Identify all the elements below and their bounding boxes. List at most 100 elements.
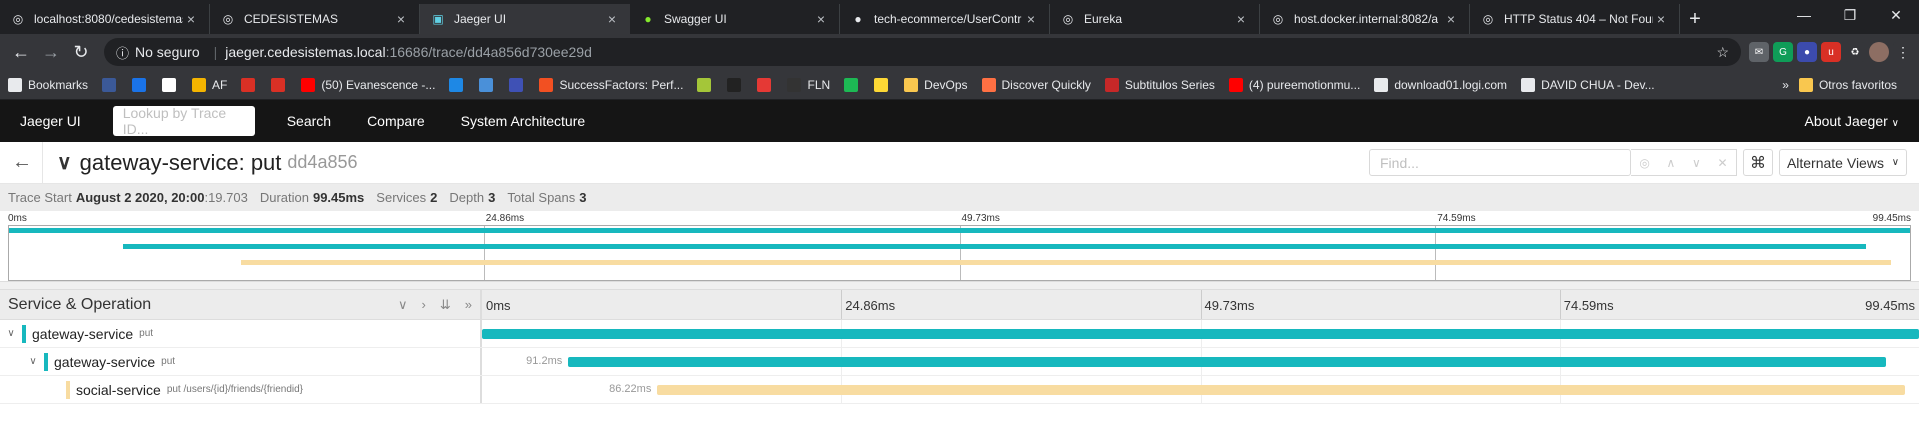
span-name-cell[interactable]: social-service put /users/{id}/friends/{f… xyxy=(0,376,482,403)
tab-title: HTTP Status 404 – Not Foun xyxy=(1504,12,1653,26)
browser-tab[interactable]: ● Swagger UI × xyxy=(630,4,840,34)
span-name-cell[interactable]: ∨ gateway-service put xyxy=(0,348,482,375)
collapse-chevron-icon[interactable]: ∨ xyxy=(57,150,72,175)
browser-tab[interactable]: ▣ Jaeger UI × xyxy=(420,4,630,34)
prev-match-icon[interactable]: ∧ xyxy=(1667,156,1676,170)
bookmark-item[interactable] xyxy=(757,77,777,92)
bookmark-item[interactable] xyxy=(697,77,717,92)
back-icon[interactable]: ← xyxy=(6,37,36,67)
span-bar[interactable] xyxy=(482,329,1919,339)
close-tab-icon[interactable]: × xyxy=(1653,11,1669,27)
bookmark-item[interactable] xyxy=(132,77,152,92)
puzzle-extensions-icon[interactable]: ♻ xyxy=(1845,42,1865,62)
clear-find-icon[interactable]: ✕ xyxy=(1718,156,1728,170)
bookmark-item[interactable] xyxy=(449,77,469,92)
bookmark-item[interactable] xyxy=(844,77,864,92)
nav-system-architecture[interactable]: System Architecture xyxy=(461,113,586,129)
collapse-one-icon[interactable]: › xyxy=(422,297,426,313)
grammarly-extension-icon[interactable]: G xyxy=(1773,42,1793,62)
bookmark-star-icon[interactable]: ☆ xyxy=(1716,44,1729,61)
find-input[interactable]: Find... xyxy=(1369,149,1631,176)
next-match-icon[interactable]: ∨ xyxy=(1692,156,1701,170)
bookmark-item[interactable]: AF xyxy=(192,77,227,92)
profile-avatar[interactable] xyxy=(1869,42,1889,62)
timeline-tick-label: 99.45ms xyxy=(1865,298,1915,313)
keyboard-shortcuts-icon[interactable]: ⌘ xyxy=(1743,149,1773,176)
browser-tab[interactable]: ◎ localhost:8080/cedesistemas × xyxy=(0,4,210,34)
span-table-header: Service & Operation ∨ › ⇊ » 0ms 24.86ms 49… xyxy=(0,290,1919,320)
close-tab-icon[interactable]: × xyxy=(813,11,829,27)
span-name-cell[interactable]: ∨ gateway-service put xyxy=(0,320,482,347)
close-window-icon[interactable]: ✕ xyxy=(1873,0,1919,30)
nav-compare[interactable]: Compare xyxy=(367,113,425,129)
trace-id-lookup-input[interactable]: Lookup by Trace ID... xyxy=(112,105,255,137)
more-bookmarks-button[interactable]: » xyxy=(1782,78,1789,92)
chevron-down-icon[interactable]: ∨ xyxy=(4,328,18,339)
bookmark-item[interactable]: (4) pureemotionmu... xyxy=(1228,77,1360,92)
span-bar[interactable] xyxy=(568,357,1886,367)
close-tab-icon[interactable]: × xyxy=(1023,11,1039,27)
browser-tab[interactable]: ◎ HTTP Status 404 – Not Foun × xyxy=(1470,4,1680,34)
collapse-all-icon[interactable]: » xyxy=(465,297,472,313)
bookmark-item[interactable]: SuccessFactors: Perf... xyxy=(539,77,683,92)
span-timeline-cell[interactable]: 91.2ms xyxy=(482,348,1919,375)
bookmark-item[interactable] xyxy=(727,77,747,92)
nav-search[interactable]: Search xyxy=(287,113,331,129)
expand-one-icon[interactable]: ∨ xyxy=(398,297,408,313)
bookmark-item[interactable]: Subtitulos Series xyxy=(1104,77,1215,92)
span-row[interactable]: ∨ gateway-service put xyxy=(0,320,1919,348)
other-bookmarks-folder[interactable]: Otros favoritos xyxy=(1798,77,1897,92)
close-tab-icon[interactable]: × xyxy=(604,11,620,27)
span-row[interactable]: ∨ gateway-service put 91.2ms xyxy=(0,348,1919,376)
close-tab-icon[interactable]: × xyxy=(1233,11,1249,27)
bookmark-item[interactable] xyxy=(241,77,261,92)
info-icon[interactable]: ⓘ xyxy=(116,43,129,62)
close-tab-icon[interactable]: × xyxy=(393,11,409,27)
span-row[interactable]: social-service put /users/{id}/friends/{f… xyxy=(0,376,1919,404)
reload-icon[interactable]: ↻ xyxy=(66,37,96,67)
bookmark-item[interactable]: DAVID CHUA - Dev... xyxy=(1521,77,1655,92)
minimize-icon[interactable]: — xyxy=(1781,0,1827,30)
about-jaeger-menu[interactable]: About Jaeger ∨ xyxy=(1804,113,1899,129)
bookmark-item[interactable] xyxy=(162,77,182,92)
close-tab-icon[interactable]: × xyxy=(183,11,199,27)
new-tab-button[interactable]: + xyxy=(1680,4,1710,34)
depth-value: 3 xyxy=(488,190,496,205)
close-tab-icon[interactable]: × xyxy=(1443,11,1459,27)
minimap-gutter[interactable] xyxy=(0,282,1919,290)
bookmark-item[interactable]: (50) Evanescence -... xyxy=(301,77,435,92)
bookmark-item[interactable]: Discover Quickly xyxy=(981,77,1091,92)
browser-tab[interactable]: ◎ host.docker.internal:8082/a × xyxy=(1260,4,1470,34)
bookmark-item[interactable]: FLN xyxy=(787,77,830,92)
bookmark-item[interactable] xyxy=(479,77,499,92)
span-timeline-cell[interactable]: 86.22ms xyxy=(482,376,1919,403)
alternate-views-dropdown[interactable]: Alternate Views ∨ xyxy=(1779,149,1907,176)
target-icon[interactable]: ◎ xyxy=(1639,156,1649,170)
expand-all-icon[interactable]: ⇊ xyxy=(440,297,451,313)
restore-icon[interactable]: ❐ xyxy=(1827,0,1873,30)
bookmark-item[interactable] xyxy=(271,77,291,92)
browser-tab[interactable]: ◎ Eureka × xyxy=(1050,4,1260,34)
browser-tab[interactable]: ● tech-ecommerce/UserContr × xyxy=(840,4,1050,34)
bookmark-item[interactable] xyxy=(102,77,122,92)
browser-tab[interactable]: ◎ CEDESISTEMAS × xyxy=(210,4,420,34)
menu-kebab-icon[interactable]: ⋮ xyxy=(1893,42,1913,62)
bookmark-item[interactable] xyxy=(509,77,529,92)
ublock-extension-icon[interactable]: u xyxy=(1821,42,1841,62)
minimap-canvas[interactable] xyxy=(8,225,1911,281)
bookmark-item[interactable]: Bookmarks xyxy=(8,77,88,92)
trace-minimap[interactable]: 0ms 24.86ms 49.73ms 74.59ms 99.45ms xyxy=(0,211,1919,282)
back-arrow-icon[interactable]: ← xyxy=(12,151,42,174)
span-timeline-cell[interactable] xyxy=(482,320,1919,347)
bookmark-item[interactable] xyxy=(874,77,894,92)
span-bar[interactable] xyxy=(657,385,1905,395)
bookmark-item[interactable]: DevOps xyxy=(904,77,968,92)
mail-extension-icon[interactable]: ✉ xyxy=(1749,42,1769,62)
address-bar[interactable]: ⓘ No seguro | jaeger.cedesistemas.local … xyxy=(104,38,1741,66)
jaeger-brand[interactable]: Jaeger UI xyxy=(20,113,81,129)
forward-icon[interactable]: → xyxy=(36,37,66,67)
total-spans-label: Total Spans xyxy=(507,190,576,205)
bookmark-item[interactable]: download01.logi.com xyxy=(1374,77,1507,92)
chevron-down-icon[interactable]: ∨ xyxy=(26,356,40,367)
extension-icon[interactable]: ● xyxy=(1797,42,1817,62)
